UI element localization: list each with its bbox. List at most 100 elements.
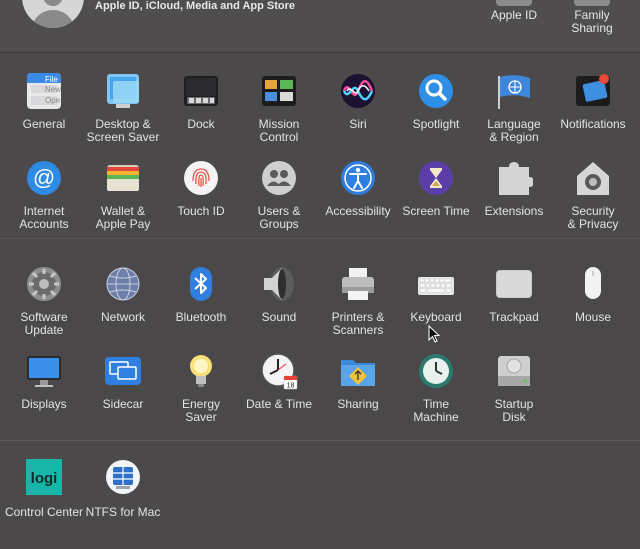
network-icon [104, 265, 142, 303]
pane-displays[interactable]: Displays [4, 352, 84, 411]
pane-siri[interactable]: Siri [318, 72, 398, 131]
logi-icon: logi [25, 458, 63, 496]
pane-label: Time Machine [413, 397, 459, 424]
pane-label: Internet Accounts [19, 204, 69, 231]
pane-label: Bluetooth [175, 310, 227, 324]
pane-bluetooth[interactable]: Bluetooth [161, 265, 241, 324]
pane-keyboard[interactable]: Keyboard [396, 265, 476, 324]
pane-energy-saver[interactable]: Energy Saver [161, 352, 241, 424]
apple-id-icon [496, 0, 532, 6]
pane-sidecar[interactable]: Sidecar [83, 352, 163, 411]
sound-icon [260, 265, 298, 303]
printer-icon [339, 265, 377, 303]
avatar-icon[interactable] [22, 0, 84, 28]
screen-time-icon [417, 159, 455, 197]
pane-mouse[interactable]: Mouse [553, 265, 633, 324]
displays-icon [25, 352, 63, 390]
pane-screen-time[interactable]: Screen Time [396, 159, 476, 218]
pane-label: Security & Privacy [567, 204, 619, 231]
keyboard-icon [417, 265, 455, 303]
ntfs-icon [104, 458, 142, 496]
pane-date-time[interactable]: 18 Date & Time [239, 352, 319, 411]
general-icon: File New Ope [25, 72, 63, 110]
pane-label: Siri [349, 117, 367, 131]
pane-label: Energy Saver [181, 397, 221, 424]
notifications-icon [574, 72, 612, 110]
mission-control-icon [260, 72, 298, 110]
pane-language-region[interactable]: Language & Region [474, 72, 554, 144]
pane-label: Screen Time [402, 204, 470, 218]
pane-users-groups[interactable]: Users & Groups [239, 159, 319, 231]
pane-internet-accounts[interactable]: @ Internet Accounts [4, 159, 84, 231]
mouse-icon [574, 265, 612, 303]
pane-label: Control Center [4, 505, 84, 519]
spotlight-icon [417, 72, 455, 110]
pane-sharing[interactable]: Sharing [318, 352, 398, 411]
startup-disk-icon [495, 352, 533, 390]
pane-label: Software Update [20, 310, 68, 337]
desktop-icon [104, 72, 142, 110]
pane-label: NTFS for Mac [85, 505, 161, 519]
pane-time-machine[interactable]: Time Machine [396, 352, 476, 424]
pane-control-center[interactable]: logi Control Center [4, 458, 84, 519]
account-subtitle: Apple ID, iCloud, Media and App Store [95, 0, 296, 12]
pane-label: Accessibility [325, 204, 391, 218]
family-sharing-button[interactable]: Family Sharing [564, 0, 620, 35]
wallet-icon [104, 159, 142, 197]
users-icon [260, 159, 298, 197]
pane-label: Startup Disk [494, 397, 534, 424]
pane-network[interactable]: Network [83, 265, 163, 324]
pane-dock[interactable]: Dock [161, 72, 241, 131]
pane-printers-scanners[interactable]: Printers & Scanners [318, 265, 398, 337]
pane-security-privacy[interactable]: Security & Privacy [553, 159, 633, 231]
pane-label: Date & Time [245, 397, 313, 411]
pane-label: Touch ID [177, 204, 225, 218]
pane-trackpad[interactable]: Trackpad [474, 265, 554, 324]
sidecar-icon [104, 352, 142, 390]
account-header: Apple ID, iCloud, Media and App Store Ap… [0, 0, 640, 53]
pane-label: Users & Groups [257, 204, 301, 231]
pane-touch-id[interactable]: Touch ID [161, 159, 241, 218]
pane-notifications[interactable]: Notifications [553, 72, 633, 131]
pane-wallet[interactable]: Wallet & Apple Pay [83, 159, 163, 231]
pane-label: Wallet & Apple Pay [95, 204, 151, 231]
general-icon-text-3: Ope [45, 96, 61, 105]
apple-id-label: Apple ID [490, 8, 538, 22]
calendar-day: 18 [287, 383, 295, 390]
family-sharing-icon [574, 0, 610, 6]
pane-extensions[interactable]: Extensions [474, 159, 554, 218]
pane-label: Dock [187, 117, 215, 131]
pane-desktop-screen-saver[interactable]: Desktop & Screen Saver [83, 72, 163, 144]
pane-startup-disk[interactable]: Startup Disk [474, 352, 554, 424]
svg-text:@: @ [33, 165, 55, 190]
general-icon-text-1: File [45, 75, 58, 84]
pane-ntfs-for-mac[interactable]: NTFS for Mac [83, 458, 163, 519]
pane-label: Keyboard [410, 310, 462, 324]
date-time-icon: 18 [260, 352, 298, 390]
dock-icon [182, 72, 220, 110]
pane-general[interactable]: File New Ope General [4, 72, 84, 131]
touch-id-icon [182, 159, 220, 197]
general-icon-text-2: New [45, 85, 61, 94]
pane-label: Network [100, 310, 145, 324]
pane-label: Mouse [574, 310, 612, 324]
pane-label: Extensions [484, 204, 544, 218]
bluetooth-icon [182, 265, 220, 303]
extensions-icon [495, 159, 534, 197]
pane-label: Notifications [560, 117, 626, 131]
pane-label: Spotlight [412, 117, 460, 131]
accessibility-icon [339, 159, 377, 197]
pane-label: Sound [261, 310, 297, 324]
pane-software-update[interactable]: Software Update [4, 265, 84, 337]
mouse-pointer-icon [428, 325, 440, 343]
energy-saver-icon [182, 352, 220, 390]
pane-spotlight[interactable]: Spotlight [396, 72, 476, 131]
pane-accessibility[interactable]: Accessibility [318, 159, 398, 218]
time-machine-icon [417, 352, 455, 390]
pane-sound[interactable]: Sound [239, 265, 319, 324]
pane-label: Sidecar [102, 397, 144, 411]
pane-mission-control[interactable]: Mission Control [239, 72, 319, 144]
logi-icon-text: logi [31, 470, 58, 487]
apple-id-button[interactable]: Apple ID [486, 0, 542, 22]
trackpad-icon [495, 265, 533, 303]
